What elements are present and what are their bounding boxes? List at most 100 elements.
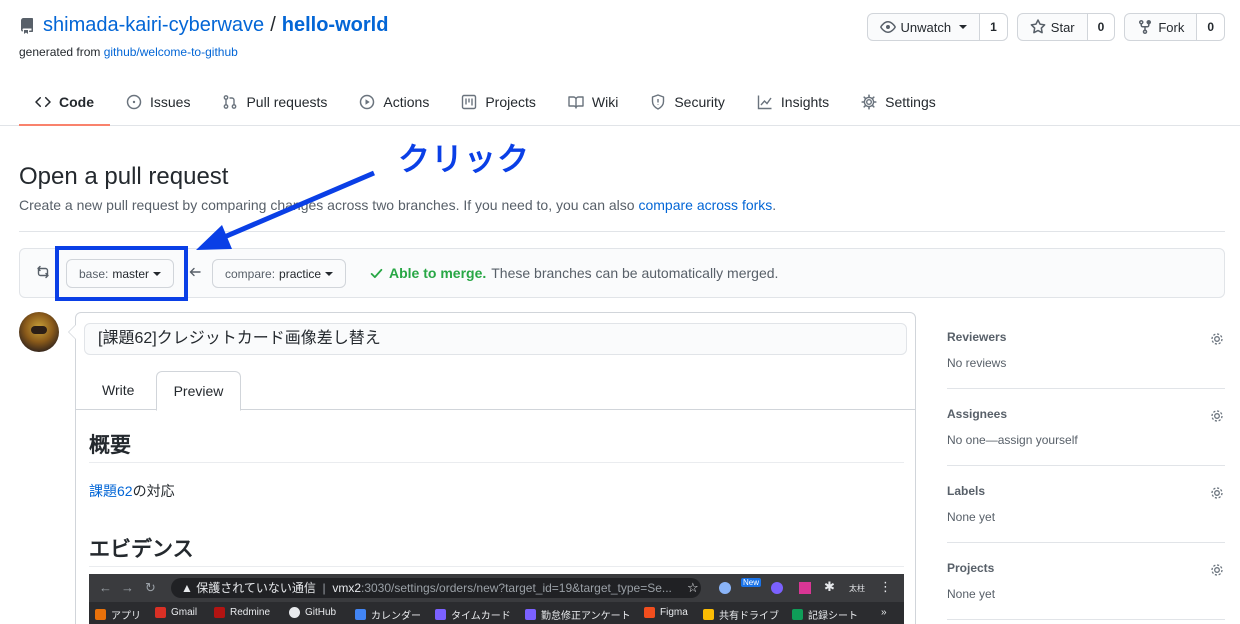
tab-label: Wiki — [591, 94, 619, 110]
bookmark-item: Redmine — [214, 607, 270, 618]
generated-from: generated from github/welcome-to-github — [19, 45, 238, 59]
warning-icon: ▲ — [181, 581, 197, 595]
repo-owner-link[interactable]: shimada-kairi-cyberwave — [43, 14, 264, 37]
tab-pull-requests[interactable]: Pull requests — [206, 80, 343, 126]
extension-icon — [799, 582, 811, 594]
book-icon — [568, 96, 584, 109]
merge-status-text: These branches can be automatically merg… — [491, 265, 779, 281]
tab-settings[interactable]: Settings — [845, 80, 952, 126]
gear-icon[interactable] — [1209, 408, 1225, 424]
unwatch-button[interactable]: Unwatch — [868, 14, 980, 40]
play-icon — [360, 94, 375, 110]
star-label: Star — [1050, 19, 1075, 35]
description-suffix: . — [772, 197, 777, 213]
compose-tabs: Write Preview — [76, 371, 915, 411]
tab-label: Settings — [885, 94, 936, 110]
fork-group: Fork 0 — [1124, 13, 1225, 41]
annotation-label: クリック — [398, 141, 531, 177]
graph-icon — [757, 95, 772, 110]
issue-link[interactable]: 課題62 — [89, 483, 133, 499]
bookmark-star-icon: ☆ — [687, 580, 699, 595]
repo-nav: Code Issues Pull requests Actions Projec… — [19, 80, 952, 126]
tab-wiki[interactable]: Wiki — [552, 80, 634, 126]
tab-label: Pull requests — [246, 94, 328, 110]
tab-write[interactable]: Write — [86, 371, 150, 410]
tab-label: Insights — [780, 94, 830, 110]
sidebar-projects: Projects None yet — [947, 543, 1225, 620]
extension-icon — [719, 582, 731, 594]
compare-label: compare: — [225, 266, 276, 281]
bookmark-label: Gmail — [171, 607, 198, 618]
pr-title-input[interactable]: [課題62]クレジットカード画像差し替え — [84, 323, 907, 355]
tab-label: Code — [59, 94, 94, 110]
sidebar-assignees: Assignees No one—assign yourself — [947, 389, 1225, 466]
tab-insights[interactable]: Insights — [741, 80, 845, 126]
bookmark-item: 記録シート — [792, 607, 858, 622]
tab-projects[interactable]: Projects — [445, 80, 552, 126]
bookmark-label: 記録シート — [808, 611, 858, 622]
sidebar-value: None yet — [947, 510, 996, 524]
compare-forks-link[interactable]: compare across forks — [638, 197, 772, 213]
tab-security[interactable]: Security — [634, 80, 741, 126]
bookmark-item: 共有ドライブ — [703, 607, 779, 622]
shield-icon — [652, 94, 665, 110]
bookmark-label: 勤怠修正アンケート — [541, 611, 631, 622]
sidebar-labels: Labels None yet — [947, 466, 1225, 543]
repo-icon — [20, 17, 33, 34]
description-text: Create a new pull request by comparing c… — [19, 197, 639, 213]
tab-preview[interactable]: Preview — [156, 371, 241, 411]
bookmark-label: タイムカード — [451, 611, 511, 622]
fork-button[interactable]: Fork — [1125, 14, 1196, 40]
preview-paragraph: 課題62の対応 — [89, 482, 904, 500]
bookmark-item: 勤怠修正アンケート — [525, 607, 631, 622]
bookmark-item: アプリ — [95, 607, 141, 622]
drive-icon — [703, 609, 714, 620]
puzzle-icon: ✱ — [824, 579, 835, 594]
gear-icon[interactable] — [1209, 562, 1225, 578]
watch-count[interactable]: 1 — [979, 14, 1007, 40]
bookmark-item: タイムカード — [435, 607, 511, 622]
sidebar-value[interactable]: No one—assign yourself — [947, 433, 1078, 447]
tab-issues[interactable]: Issues — [110, 80, 206, 126]
pr-compose-box: [課題62]クレジットカード画像差し替え Write Preview 概要 課題… — [68, 312, 916, 624]
preview-heading-overview: 概要 — [89, 410, 904, 463]
fork-icon — [1139, 20, 1152, 35]
repo-title: shimada-kairi-cyberwave / hello-world — [19, 14, 388, 37]
code-icon — [35, 96, 51, 108]
gear-icon[interactable] — [1209, 485, 1225, 501]
menu-icon: ⋮ — [879, 579, 892, 594]
template-repo-link[interactable]: github/welcome-to-github — [104, 45, 238, 59]
browser-toolbar: ← → ↻ ▲ 保護されていない通信 | vmx2:3030/settings/… — [89, 574, 904, 602]
star-group: Star 0 — [1016, 13, 1116, 41]
chevron-down-icon — [325, 271, 334, 276]
fork-count[interactable]: 0 — [1196, 14, 1224, 40]
star-count[interactable]: 0 — [1086, 14, 1115, 40]
gear-icon[interactable] — [1209, 331, 1225, 347]
avatar[interactable] — [19, 312, 59, 352]
page-description: Create a new pull request by comparing c… — [19, 197, 776, 213]
compare-arrows-icon — [37, 265, 49, 279]
sidebar-value: None yet — [947, 587, 996, 601]
watch-group: Unwatch 1 — [866, 13, 1008, 41]
compare-branch-name: practice — [279, 266, 322, 281]
gear-icon — [861, 94, 877, 110]
star-button[interactable]: Star — [1018, 14, 1087, 40]
page-title: Open a pull request — [19, 163, 229, 190]
tab-label: Actions — [383, 94, 430, 110]
repo-name-link[interactable]: hello-world — [282, 14, 389, 37]
merge-status: Able to merge. These branches can be aut… — [370, 265, 778, 281]
tab-code[interactable]: Code — [19, 80, 110, 126]
compare-branch-button[interactable]: compare: practice — [212, 259, 347, 288]
form-icon — [435, 609, 446, 620]
tab-actions[interactable]: Actions — [343, 80, 445, 126]
preview-heading-evidence: エビデンス — [89, 514, 904, 567]
reload-icon: ↻ — [145, 580, 156, 595]
paragraph-text: の対応 — [132, 483, 175, 499]
bookmark-item: GitHub — [289, 607, 336, 618]
form-icon — [525, 609, 536, 620]
extension-icon — [771, 582, 783, 594]
bookmark-label: カレンダー — [371, 611, 421, 622]
repo-header: shimada-kairi-cyberwave / hello-world ge… — [0, 0, 1240, 126]
bookmark-label: Redmine — [230, 607, 271, 618]
figma-icon — [644, 607, 655, 618]
